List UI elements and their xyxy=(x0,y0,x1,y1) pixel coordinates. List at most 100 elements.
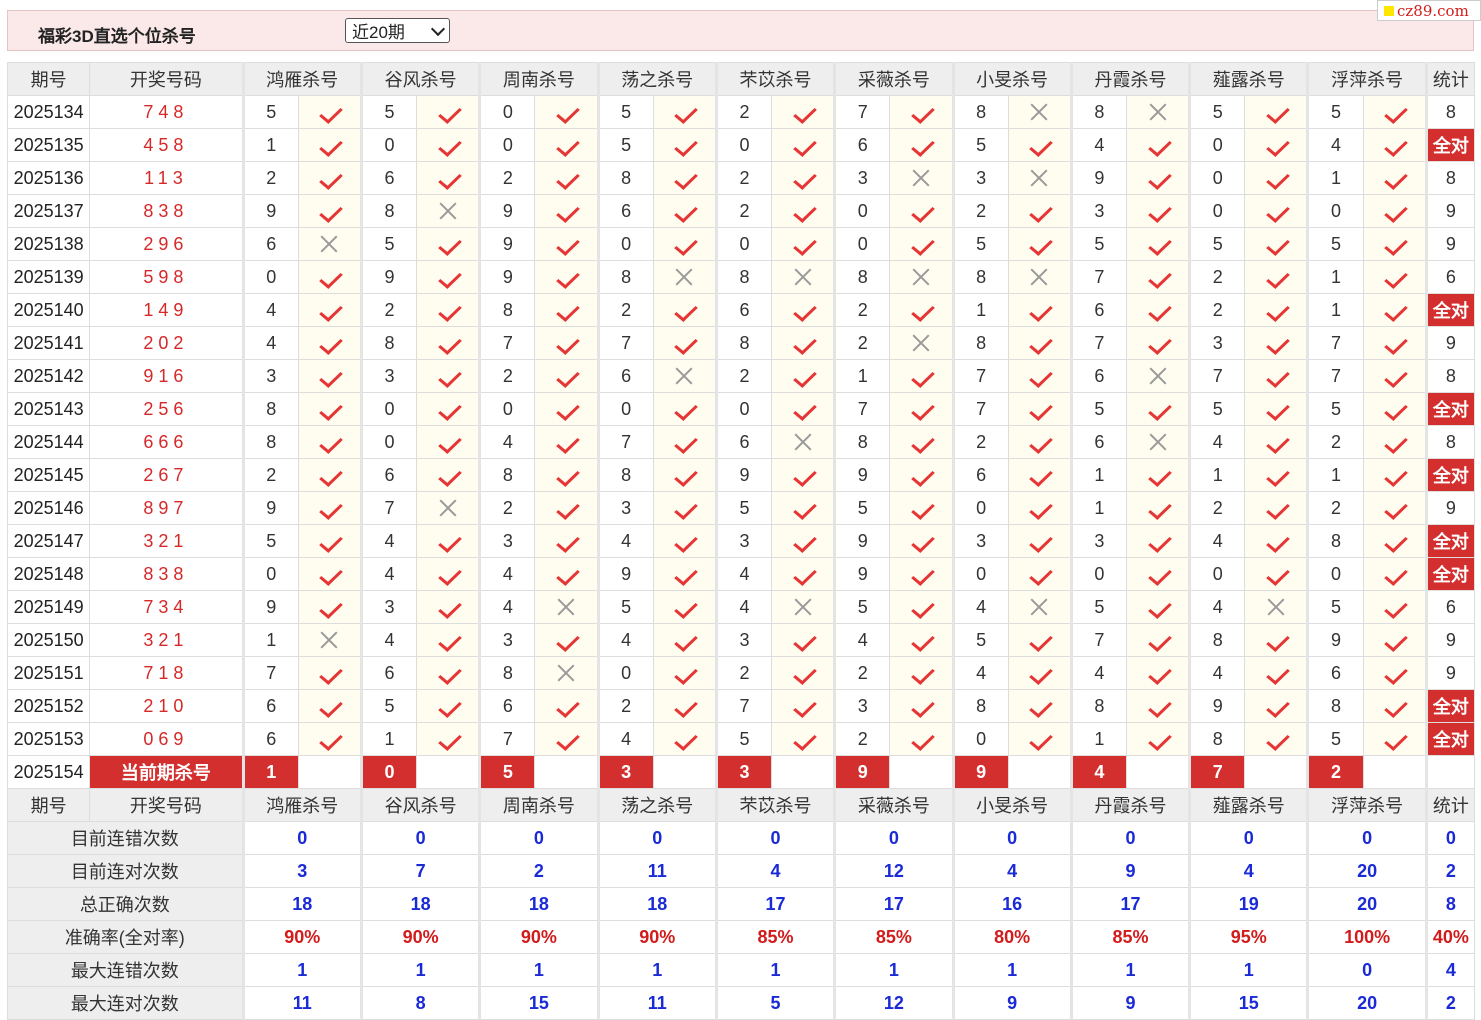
column-header: 浮萍杀号 xyxy=(1306,788,1427,822)
correct-mark xyxy=(1244,128,1309,162)
check-icon xyxy=(671,728,697,750)
stats-value: 0 xyxy=(1306,821,1427,855)
correct-mark xyxy=(1244,557,1309,591)
check-icon xyxy=(1381,464,1407,486)
draw-number: 718 xyxy=(89,656,244,690)
correct-mark xyxy=(889,359,954,393)
correct-mark xyxy=(416,425,481,459)
kill-number: 8 xyxy=(714,260,773,294)
correct-mark xyxy=(534,689,599,723)
check-icon xyxy=(1026,233,1052,255)
correct-mark xyxy=(416,524,481,558)
stats-value: 18 xyxy=(241,887,362,921)
kill-number: 8 xyxy=(951,95,1009,129)
table-row: 2025149 734 9 3 4 5 4 5 4 5 4 5 6 xyxy=(6,590,1476,624)
check-icon xyxy=(1381,365,1407,387)
kill-number: 1 xyxy=(1188,458,1246,492)
correct-mark xyxy=(1244,491,1309,525)
check-icon xyxy=(671,233,697,255)
check-icon xyxy=(790,662,816,684)
correct-mark xyxy=(771,95,836,129)
issue-number: 2025140 xyxy=(6,293,91,327)
check-icon xyxy=(553,167,579,189)
correct-mark xyxy=(1125,326,1191,360)
check-icon xyxy=(1381,101,1407,123)
check-icon xyxy=(1263,200,1289,222)
correct-mark xyxy=(652,194,717,228)
check-icon xyxy=(553,464,579,486)
site-logo[interactable]: cz89.com xyxy=(1377,0,1481,21)
kill-number: 2 xyxy=(951,425,1009,459)
stats-value: 0 xyxy=(596,821,717,855)
all-correct-badge: 全对 xyxy=(1424,722,1476,756)
check-icon xyxy=(1145,233,1171,255)
correct-mark xyxy=(889,128,954,162)
kill-number: 3 xyxy=(478,524,536,558)
kill-number: 6 xyxy=(359,656,418,690)
draw-number: 458 xyxy=(89,128,244,162)
column-header: 采薇杀号 xyxy=(833,62,954,96)
stats-value: 7 xyxy=(359,854,481,888)
kill-number: 5 xyxy=(833,590,891,624)
kill-number: 1 xyxy=(1306,260,1364,294)
table-row: 2025147 321 5 4 3 4 3 9 3 3 4 8 全对 xyxy=(6,524,1476,558)
wrong-mark xyxy=(1125,425,1191,459)
kill-number: 4 xyxy=(1069,128,1127,162)
kill-number: 2 xyxy=(951,194,1009,228)
correct-mark xyxy=(1362,260,1427,294)
correct-mark xyxy=(1244,722,1309,756)
kill-number: 4 xyxy=(1188,524,1246,558)
kill-number: 8 xyxy=(1306,689,1364,723)
check-icon xyxy=(1263,464,1289,486)
stats-label: 最大连对次数 xyxy=(7,986,244,1020)
check-icon xyxy=(671,497,697,519)
kill-number: 7 xyxy=(1188,359,1246,393)
column-header: 鸿雁杀号 xyxy=(241,62,362,96)
kill-number: 4 xyxy=(478,425,536,459)
kill-number: 6 xyxy=(241,689,299,723)
check-icon xyxy=(316,530,342,552)
cross-icon xyxy=(1145,365,1171,387)
issue-number: 2025139 xyxy=(6,260,91,294)
row-stat: 8 xyxy=(1424,359,1476,393)
correct-mark xyxy=(1362,392,1427,426)
stats-row: 最大连对次数 11 8 15 11 5 12 9 9 15 20 2 xyxy=(7,986,1476,1020)
kill-number: 3 xyxy=(714,524,773,558)
kill-number: 9 xyxy=(478,260,536,294)
correct-mark xyxy=(771,557,836,591)
kill-number: 0 xyxy=(241,557,299,591)
check-icon xyxy=(1263,497,1289,519)
correct-mark xyxy=(771,161,836,195)
kill-number: 5 xyxy=(1069,590,1127,624)
kill-number: 2 xyxy=(714,95,773,129)
stats-row: 准确率(全对率) 90% 90% 90% 90% 85% 85% 80% 85% 95% 100% 4… xyxy=(7,920,1476,954)
correct-mark xyxy=(1007,227,1072,261)
check-icon xyxy=(671,167,697,189)
period-select[interactable]: 近20期 xyxy=(345,18,450,43)
column-header: 谷风杀号 xyxy=(359,62,481,96)
check-icon xyxy=(908,662,934,684)
stats-value: 4 xyxy=(1188,854,1309,888)
check-icon xyxy=(790,134,816,156)
stats-row: 总正确次数 18 18 18 18 17 17 16 17 19 20 8 xyxy=(7,887,1476,921)
kill-number: 4 xyxy=(714,557,773,591)
kill-number: 8 xyxy=(951,326,1009,360)
kill-number: 3 xyxy=(241,359,299,393)
cross-icon xyxy=(1026,167,1052,189)
kill-number: 2 xyxy=(714,359,773,393)
correct-mark xyxy=(771,689,836,723)
stats-value: 16 xyxy=(951,887,1072,921)
check-icon xyxy=(316,596,342,618)
check-icon xyxy=(1145,266,1171,288)
kill-number: 5 xyxy=(1069,227,1127,261)
column-header: 采薇杀号 xyxy=(833,788,954,822)
correct-mark xyxy=(652,623,717,657)
check-icon xyxy=(553,398,579,420)
correct-mark xyxy=(534,458,599,492)
kill-number: 3 xyxy=(1069,194,1127,228)
check-icon xyxy=(1381,233,1407,255)
draw-number: 202 xyxy=(89,326,244,360)
check-icon xyxy=(553,233,579,255)
issue-number: 2025152 xyxy=(6,689,91,723)
correct-mark xyxy=(889,623,954,657)
